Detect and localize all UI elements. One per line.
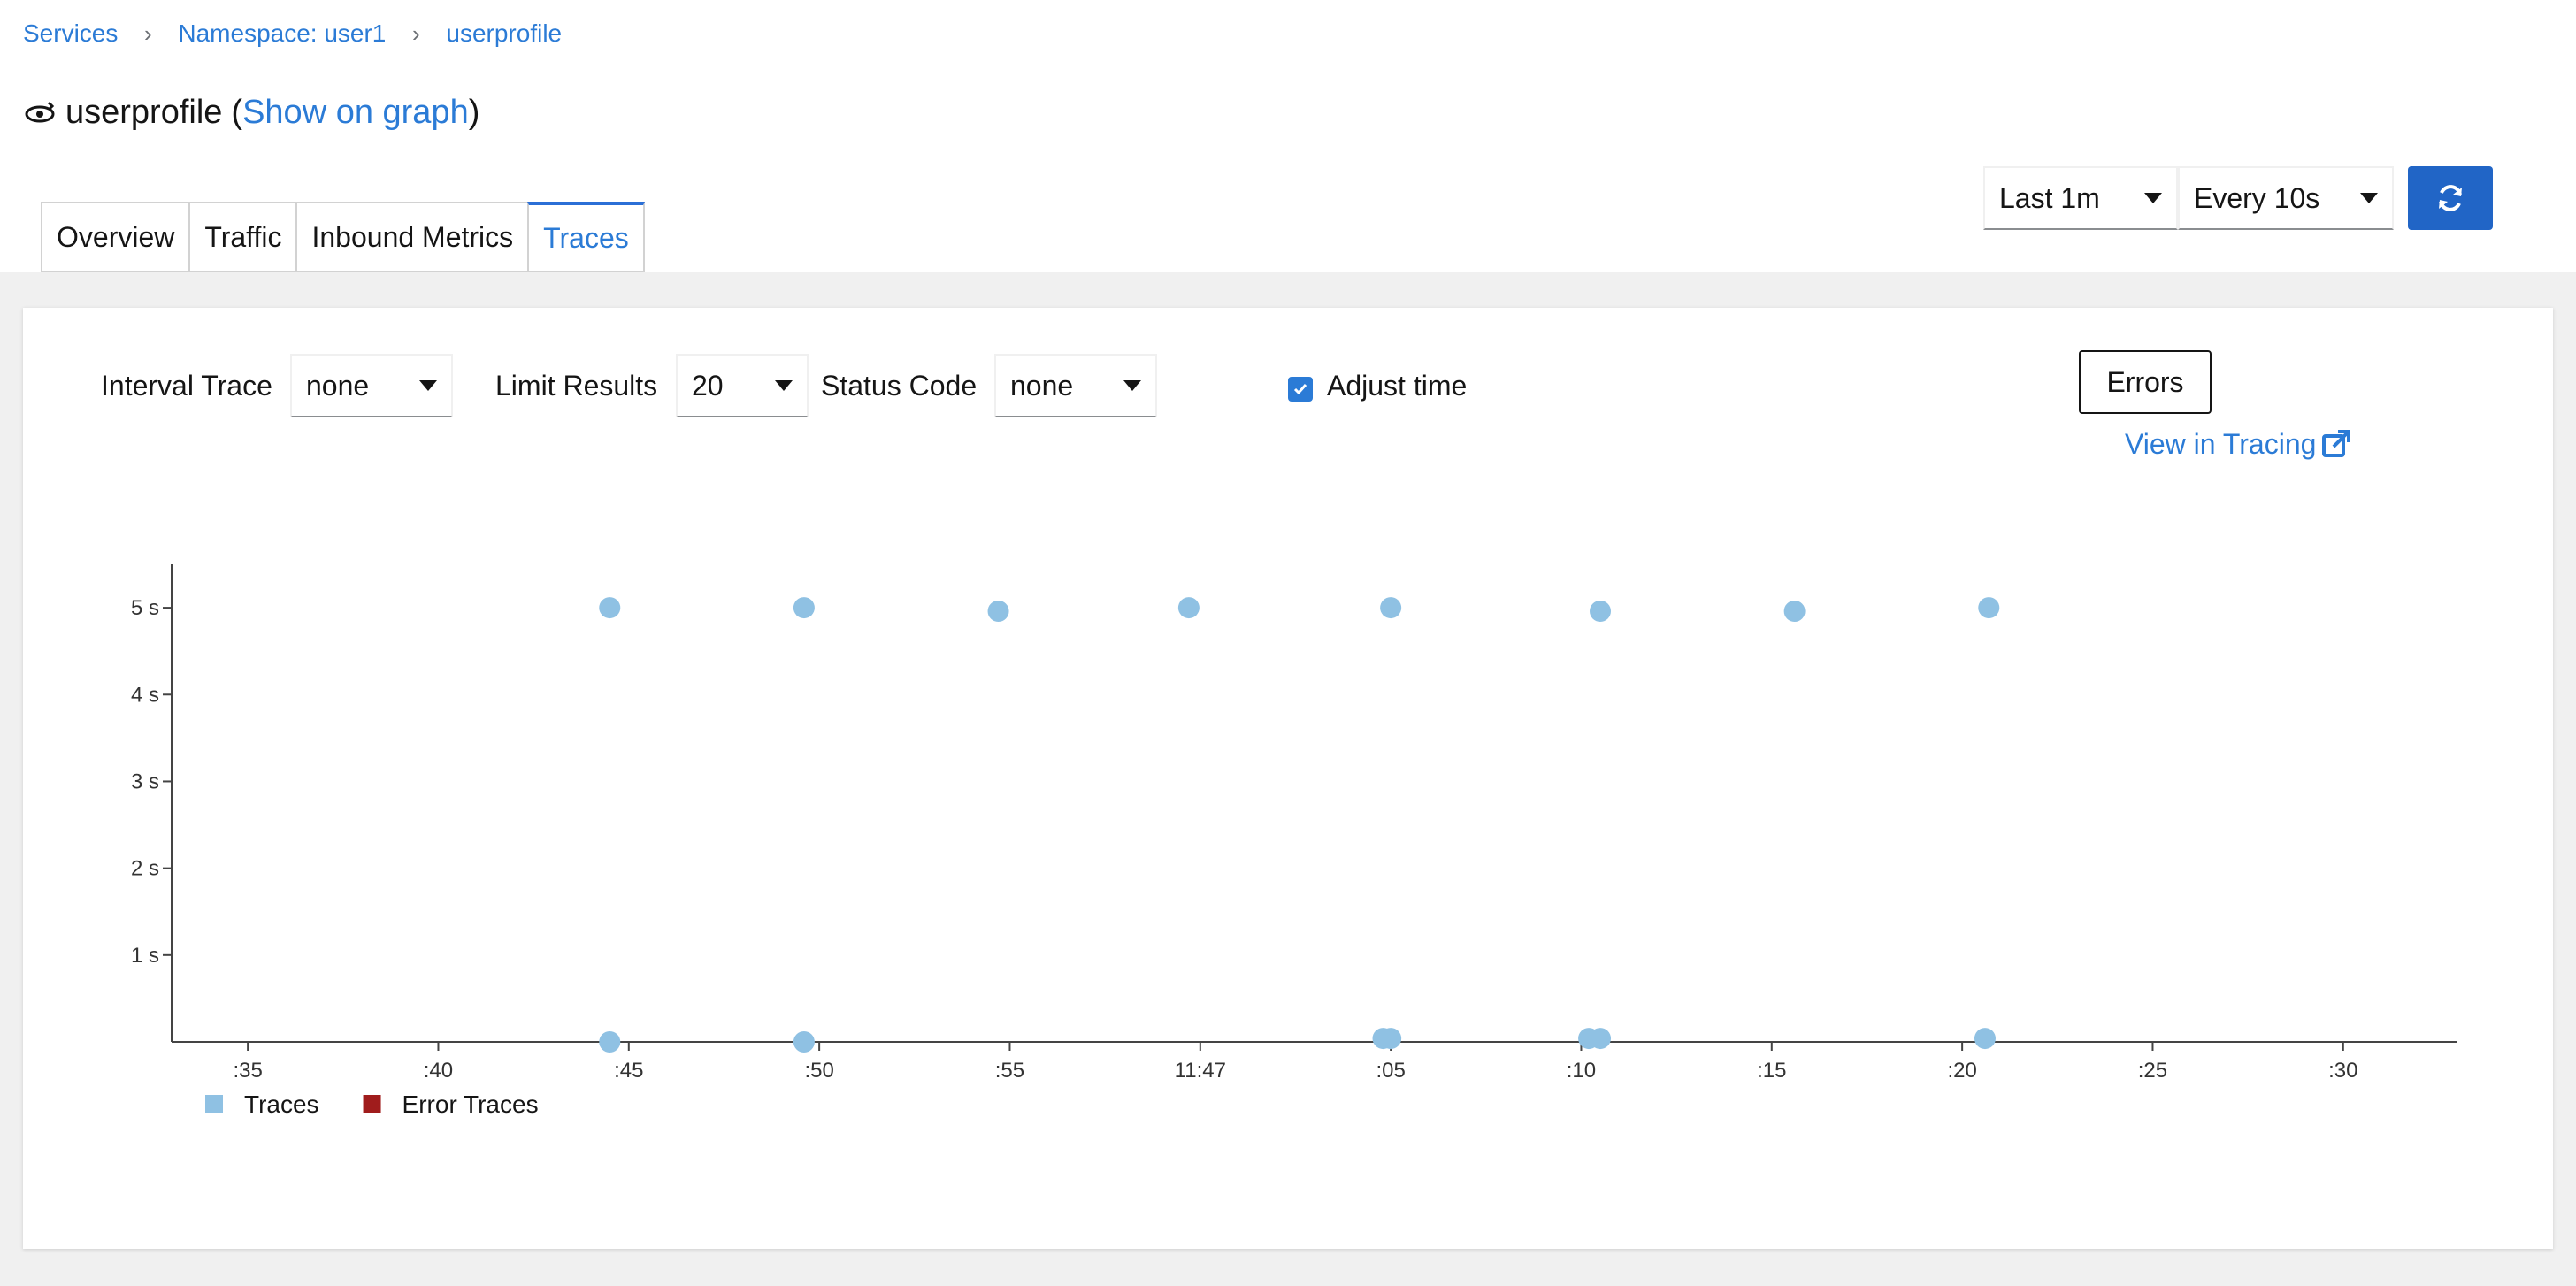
breadcrumb: Services › Namespace: user1 › userprofil…	[23, 18, 562, 50]
x-axis: :35 :40 :45 :50 :55 11:47 :05 :10 :15 :20 :25 :30	[172, 1041, 2457, 1083]
caret-down-icon	[2144, 193, 2162, 203]
y-tick-label: 4 s	[131, 683, 159, 707]
trace-point[interactable]	[793, 1031, 815, 1053]
trace-point[interactable]	[793, 597, 815, 619]
y-tick-label: 2 s	[131, 857, 159, 881]
x-tick-label: :10	[1567, 1059, 1596, 1083]
legend-swatch	[205, 1095, 223, 1113]
trace-point[interactable]	[1978, 597, 2000, 619]
legend-swatch	[363, 1095, 381, 1113]
x-tick-label: :05	[1376, 1059, 1405, 1083]
x-tick-label: 11:47	[1175, 1059, 1226, 1083]
refresh-interval-value: Every 10s	[2194, 181, 2320, 214]
refresh-button[interactable]	[2408, 166, 2493, 230]
breadcrumb-services[interactable]: Services	[23, 19, 118, 48]
caret-down-icon	[2360, 193, 2378, 203]
service-icon	[23, 96, 57, 129]
tab-traces[interactable]: Traces	[527, 202, 645, 272]
tab-inbound-metrics[interactable]: Inbound Metrics	[295, 202, 528, 272]
show-on-graph-link[interactable]: Show on graph	[242, 94, 469, 132]
traces-scatter-chart: 1 s 2 s 3 s 4 s 5 s :35 :40 :45 :50 :55 11:47 :05:…	[131, 564, 2457, 1118]
y-axis: 1 s 2 s 3 s 4 s 5 s	[131, 564, 172, 1042]
tab-bar: Overview Traffic Inbound Metrics Traces	[41, 202, 645, 272]
x-tick-label: :40	[424, 1059, 453, 1083]
page-header: Services › Namespace: user1 › userprofil…	[0, 0, 2576, 272]
y-tick-label: 1 s	[131, 944, 159, 968]
y-tick-label: 3 s	[131, 769, 159, 793]
trace-point[interactable]	[1177, 597, 1200, 619]
refresh-interval-dropdown[interactable]: Every 10s	[2178, 166, 2394, 230]
chevron-right-icon: ›	[412, 19, 420, 47]
trace-point[interactable]	[599, 1031, 621, 1053]
trace-point[interactable]	[1590, 1028, 1611, 1050]
x-tick-label: :45	[614, 1059, 643, 1083]
page-title: userprofile ( Show on graph )	[23, 88, 479, 136]
trace-point[interactable]	[599, 597, 621, 619]
tab-traffic[interactable]: Traffic	[188, 202, 296, 272]
legend-label: Error Traces	[402, 1091, 539, 1118]
trace-point[interactable]	[1974, 1028, 1996, 1050]
trace-point[interactable]	[1783, 601, 1806, 623]
x-tick-label: :35	[233, 1059, 262, 1083]
trace-point[interactable]	[1380, 597, 1402, 619]
trace-point[interactable]	[1590, 601, 1611, 623]
x-tick-label: :25	[2138, 1059, 2167, 1083]
traces-card: Interval Trace none Limit Results 20 Sta…	[23, 308, 2553, 1249]
breadcrumb-service[interactable]: userprofile	[446, 19, 562, 48]
trace-point[interactable]	[987, 601, 1009, 623]
x-tick-label: :15	[1757, 1059, 1786, 1083]
legend-label: Traces	[244, 1091, 319, 1118]
title-paren-close: )	[468, 93, 480, 131]
x-tick-label: :20	[1947, 1059, 1976, 1083]
x-tick-label: :55	[995, 1059, 1024, 1083]
trace-point[interactable]	[1380, 1028, 1402, 1050]
sync-icon	[2439, 185, 2462, 211]
scatter-points	[599, 597, 2000, 1053]
tab-overview[interactable]: Overview	[41, 202, 189, 272]
x-tick-label: :50	[804, 1059, 833, 1083]
duration-dropdown[interactable]: Last 1m	[1983, 166, 2178, 230]
service-name: userprofile	[65, 93, 223, 131]
duration-value: Last 1m	[1999, 181, 2100, 214]
chevron-right-icon: ›	[144, 19, 152, 47]
x-tick-label: :30	[2328, 1059, 2358, 1083]
chart-legend: Traces Error Traces	[205, 1091, 539, 1118]
title-paren-open: (	[231, 93, 243, 131]
breadcrumb-namespace[interactable]: Namespace: user1	[178, 19, 386, 48]
y-tick-label: 5 s	[131, 596, 159, 620]
